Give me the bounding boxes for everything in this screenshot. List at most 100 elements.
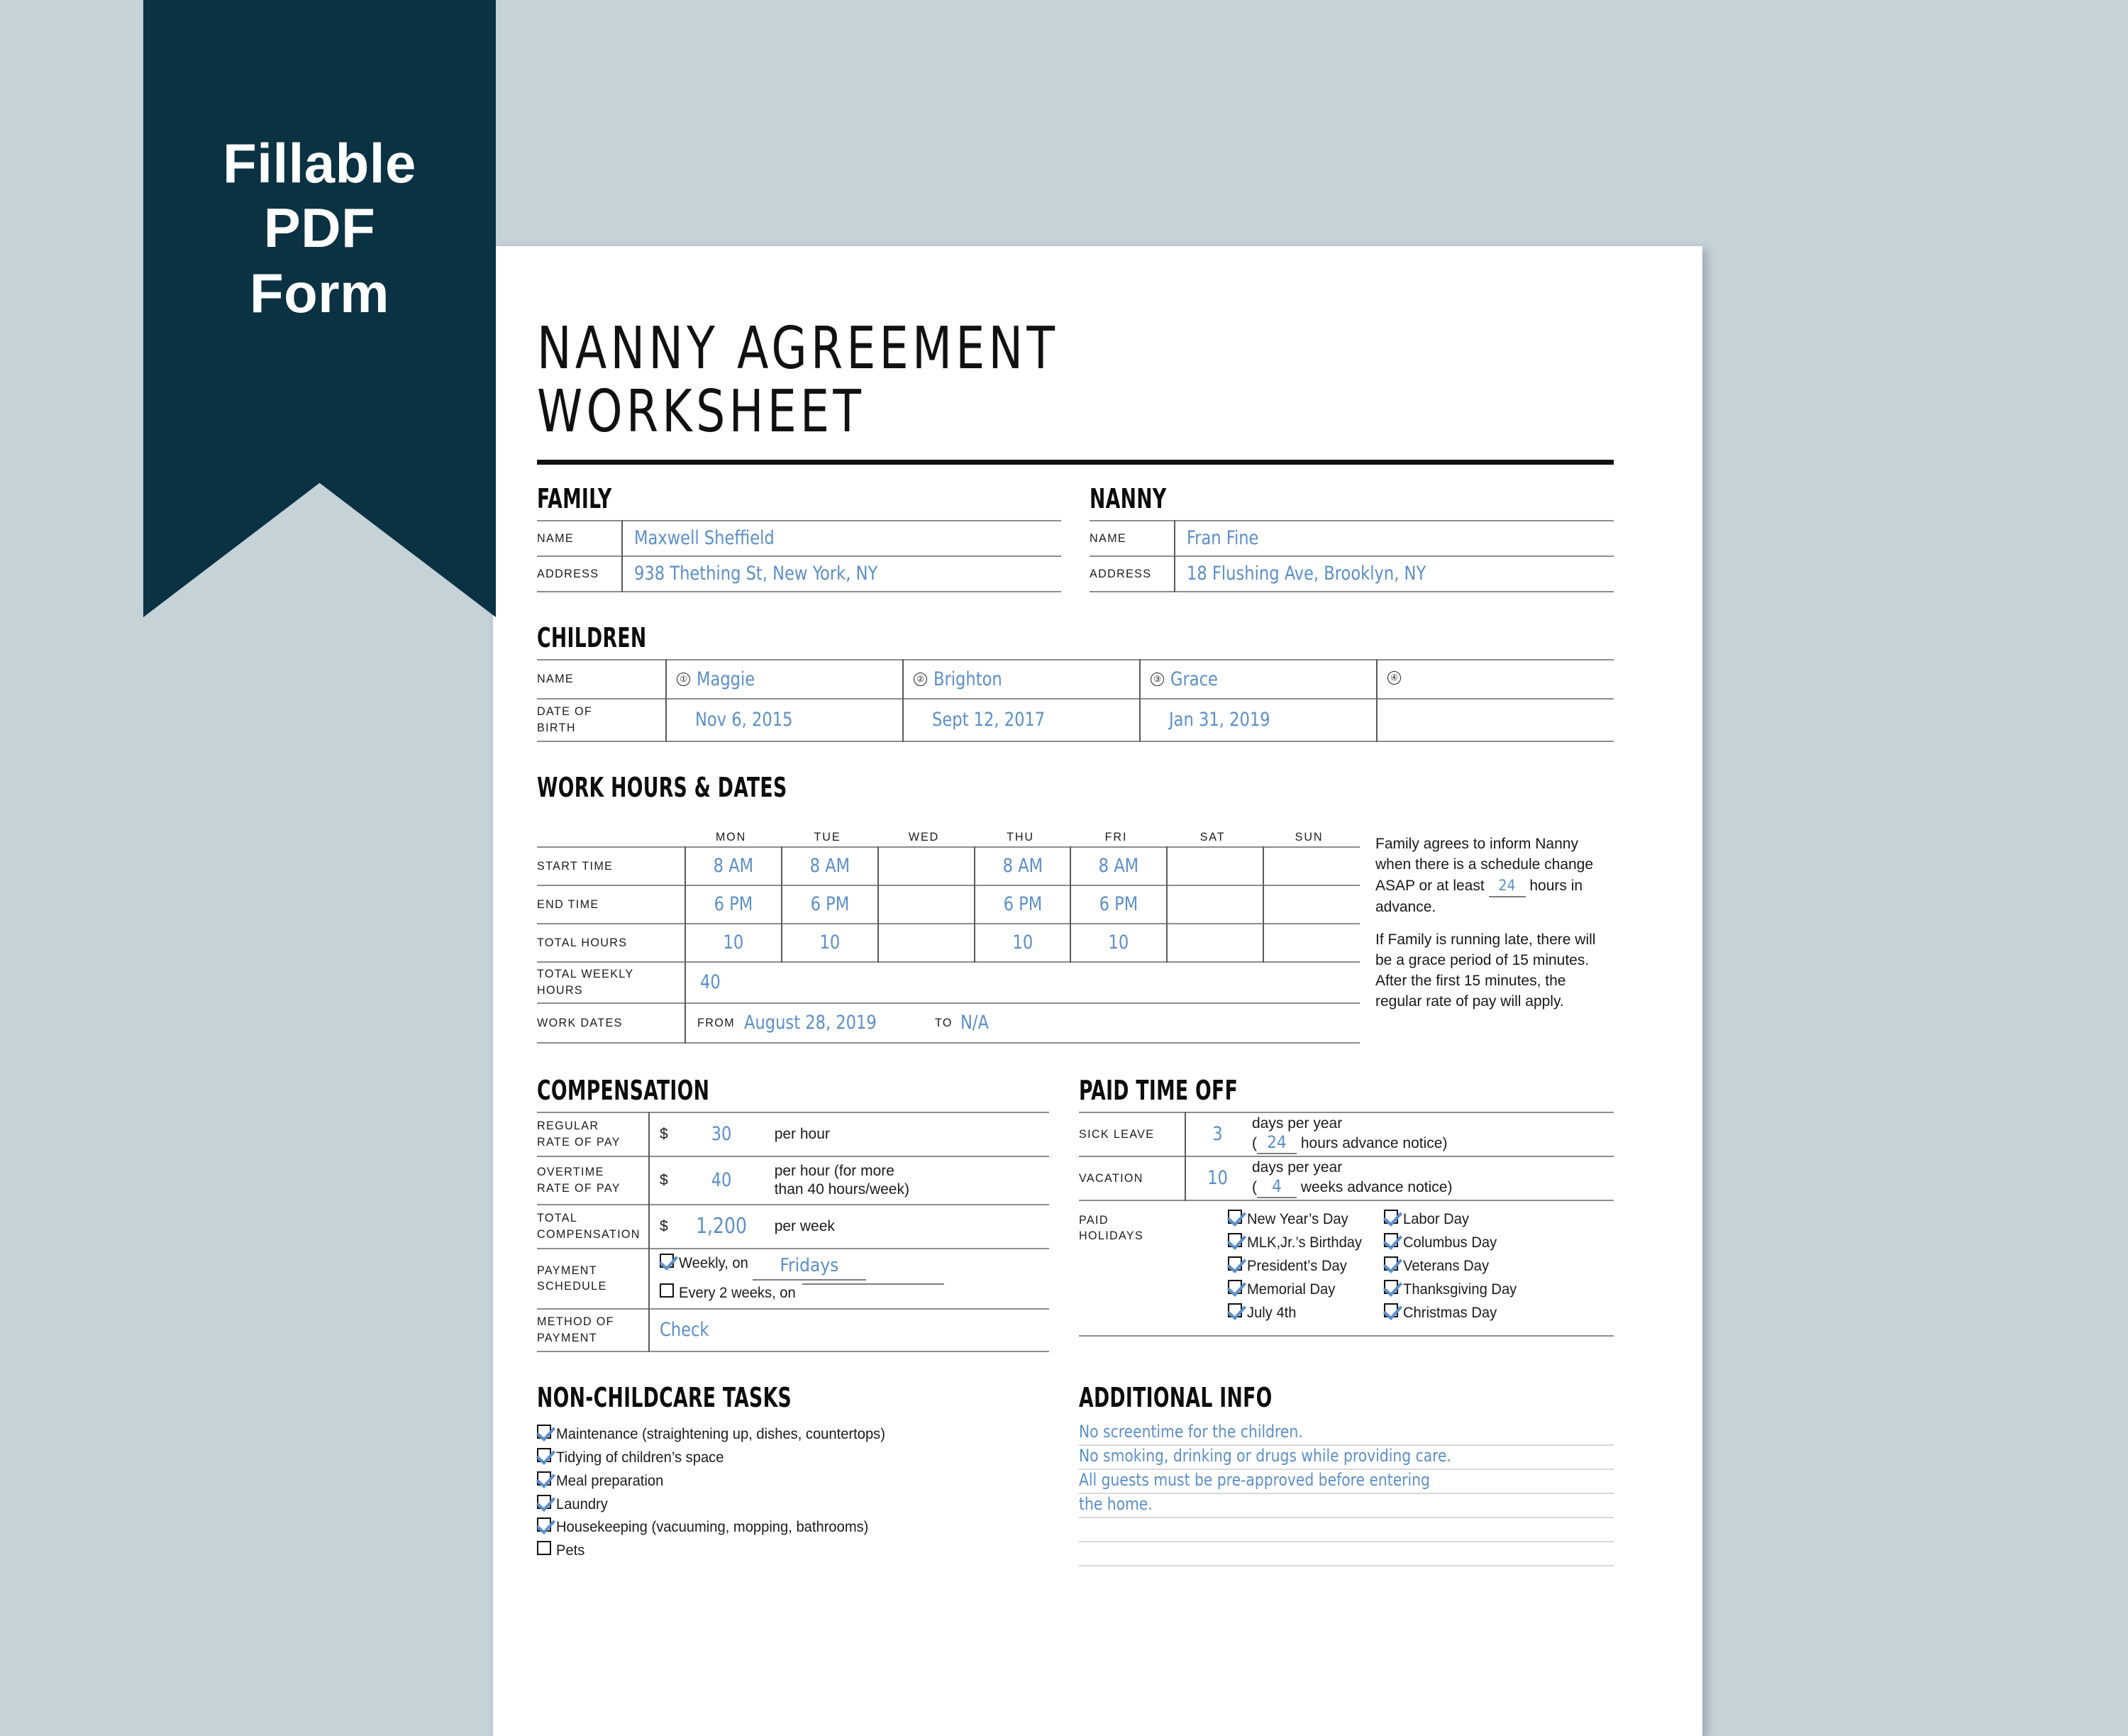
holiday-item[interactable]: Labor Day	[1383, 1209, 1522, 1230]
child-dob-2[interactable]: Sept 12, 2017	[932, 709, 1125, 731]
day-header-mon: MON	[715, 830, 747, 844]
checkbox-icon[interactable]	[537, 1471, 551, 1486]
total-compensation-value[interactable]: 1,200	[672, 1214, 771, 1239]
start-time-thu[interactable]: 8 AM	[978, 855, 1066, 877]
checkbox-icon[interactable]	[1228, 1256, 1242, 1271]
child-number-1: ①	[677, 672, 691, 686]
method-of-payment-label: METHOD OF PAYMENT	[537, 1315, 614, 1344]
family-address-value[interactable]: 938 Thething St, New York, NY	[634, 563, 1031, 585]
payment-schedule-option-biweekly[interactable]: Every 2 weeks, on	[660, 1283, 1049, 1304]
task-item[interactable]: Tidying of children’s space	[537, 1447, 1049, 1469]
checkbox-icon[interactable]	[537, 1494, 551, 1509]
child-name-2[interactable]: Brighton	[933, 668, 1002, 690]
checkbox-icon[interactable]	[660, 1253, 674, 1268]
additional-info-line[interactable]: All guests must be pre-approved before e…	[1079, 1470, 1614, 1494]
checkbox-icon[interactable]	[1383, 1279, 1398, 1294]
holiday-item[interactable]: Columbus Day	[1383, 1232, 1522, 1254]
child-name-1[interactable]: Maggie	[697, 668, 755, 690]
nanny-block: NANNY NAME Fran Fine ADDRESS 18 Flushing…	[1090, 483, 1614, 592]
day-header-fri: FRI	[1105, 830, 1128, 844]
start-time-mon[interactable]: 8 AM	[689, 855, 777, 877]
vacation-notice-weeks-field[interactable]: 4	[1257, 1176, 1297, 1198]
work-dates-from-value[interactable]: August 28, 2019	[744, 1012, 877, 1034]
nanny-address-value[interactable]: 18 Flushing Ave, Brooklyn, NY	[1187, 563, 1584, 585]
schedule-change-note: Family agrees to inform Nanny when there…	[1375, 835, 1594, 915]
work-hours-heading: WORK HOURS & DATES	[537, 771, 787, 803]
paid-holidays-column-2: Labor Day Columbus Day Veterans Day Than…	[1383, 1209, 1522, 1327]
checkbox-icon[interactable]	[1383, 1232, 1398, 1247]
task-item[interactable]: Meal preparation	[537, 1471, 1049, 1492]
total-hours-mon[interactable]: 10	[689, 931, 777, 953]
payment-schedule-option-weekly[interactable]: Weekly, on Fridays	[660, 1253, 1049, 1281]
task-label: Meal preparation	[556, 1472, 664, 1489]
regular-rate-value[interactable]: 30	[672, 1123, 771, 1145]
checkbox-icon[interactable]	[1228, 1232, 1242, 1247]
child-name-3[interactable]: Grace	[1170, 668, 1218, 690]
holiday-label: MLK,Jr.’s Birthday	[1247, 1234, 1363, 1251]
checkbox-icon[interactable]	[1228, 1279, 1242, 1294]
additional-info-line[interactable]: the home.	[1079, 1494, 1614, 1518]
holiday-item[interactable]: July 4th	[1228, 1303, 1367, 1324]
end-time-tue[interactable]: 6 PM	[786, 893, 874, 915]
sick-leave-days-value[interactable]: 3	[1188, 1123, 1247, 1145]
end-time-mon[interactable]: 6 PM	[689, 893, 777, 915]
child-number-4: ④	[1387, 670, 1402, 685]
holiday-item[interactable]: Christmas Day	[1383, 1303, 1522, 1324]
sick-leave-notice-hours-field[interactable]: 24	[1257, 1132, 1297, 1154]
holiday-item[interactable]: Memorial Day	[1228, 1279, 1367, 1300]
paid-time-off-block: PAID TIME OFF SICK LEAVE 3 days per year…	[1079, 1075, 1614, 1352]
payment-schedule-biweekly-day-field[interactable]	[802, 1283, 944, 1285]
advance-notice-hours-field[interactable]: 24	[1488, 875, 1526, 897]
holiday-item[interactable]: President’s Day	[1228, 1256, 1367, 1277]
total-hours-tue[interactable]: 10	[786, 931, 874, 953]
checkbox-icon[interactable]	[537, 1424, 551, 1439]
holiday-item[interactable]: Thanksgiving Day	[1383, 1279, 1522, 1300]
checkbox-icon[interactable]	[1228, 1303, 1242, 1317]
checkbox-icon[interactable]	[1383, 1209, 1398, 1224]
family-name-value[interactable]: Maxwell Sheffield	[634, 527, 1031, 549]
checkbox-icon[interactable]	[537, 1541, 551, 1556]
task-item[interactable]: Laundry	[537, 1494, 1049, 1515]
checkbox-icon[interactable]	[537, 1447, 551, 1462]
family-name-label: NAME	[537, 531, 574, 545]
child-dob-3[interactable]: Jan 31, 2019	[1169, 709, 1362, 731]
additional-info-line[interactable]: No smoking, drinking or drugs while prov…	[1079, 1446, 1614, 1470]
child-dob-1[interactable]: Nov 6, 2015	[695, 709, 888, 731]
regular-rate-currency: $	[660, 1125, 668, 1142]
work-dates-to-value[interactable]: N/A	[960, 1012, 989, 1034]
additional-info-line[interactable]: No screentime for the children.	[1079, 1422, 1614, 1446]
checkbox-icon[interactable]	[1228, 1209, 1242, 1224]
task-item[interactable]: Maintenance (straightening up, dishes, c…	[537, 1424, 1049, 1445]
end-time-fri[interactable]: 6 PM	[1075, 893, 1163, 915]
work-dates-to-label: TO	[934, 1015, 953, 1029]
task-item[interactable]: Pets	[537, 1541, 1049, 1561]
holiday-item[interactable]: New Year’s Day	[1228, 1209, 1367, 1230]
method-of-payment-value[interactable]: Check	[660, 1319, 1022, 1341]
end-time-thu[interactable]: 6 PM	[978, 893, 1066, 915]
vacation-days-value[interactable]: 10	[1188, 1167, 1247, 1189]
total-hours-fri[interactable]: 10	[1075, 931, 1163, 953]
checkbox-icon[interactable]	[1383, 1256, 1398, 1271]
compensation-block: COMPENSATION REGULAR RATE OF PAY $ 30 pe…	[537, 1075, 1049, 1352]
checkbox-icon[interactable]	[660, 1283, 674, 1298]
total-hours-thu[interactable]: 10	[978, 931, 1066, 953]
vacation-unit: days per year	[1252, 1159, 1343, 1176]
paid-time-off-heading: PAID TIME OFF	[1079, 1074, 1238, 1106]
nanny-name-value[interactable]: Fran Fine	[1187, 527, 1584, 549]
additional-info-line[interactable]	[1079, 1542, 1614, 1566]
child-number-3: ③	[1151, 672, 1165, 686]
checkbox-icon[interactable]	[537, 1517, 551, 1532]
total-weekly-hours-value[interactable]: 40	[700, 971, 1314, 993]
start-time-fri[interactable]: 8 AM	[1075, 855, 1163, 877]
holiday-item[interactable]: MLK,Jr.’s Birthday	[1228, 1232, 1367, 1254]
holiday-item[interactable]: Veterans Day	[1383, 1256, 1522, 1277]
children-dob-label: DATE OF BIRTH	[537, 704, 593, 734]
start-time-tue[interactable]: 8 AM	[786, 855, 874, 877]
title-divider	[537, 459, 1614, 465]
additional-info-line[interactable]	[1079, 1518, 1614, 1542]
checkbox-icon[interactable]	[1383, 1303, 1398, 1317]
task-label: Laundry	[556, 1495, 608, 1513]
overtime-rate-value[interactable]: 40	[672, 1169, 771, 1191]
task-item[interactable]: Housekeeping (vacuuming, mopping, bathro…	[537, 1517, 1049, 1538]
payment-schedule-weekly-day-field[interactable]: Fridays	[752, 1254, 866, 1281]
